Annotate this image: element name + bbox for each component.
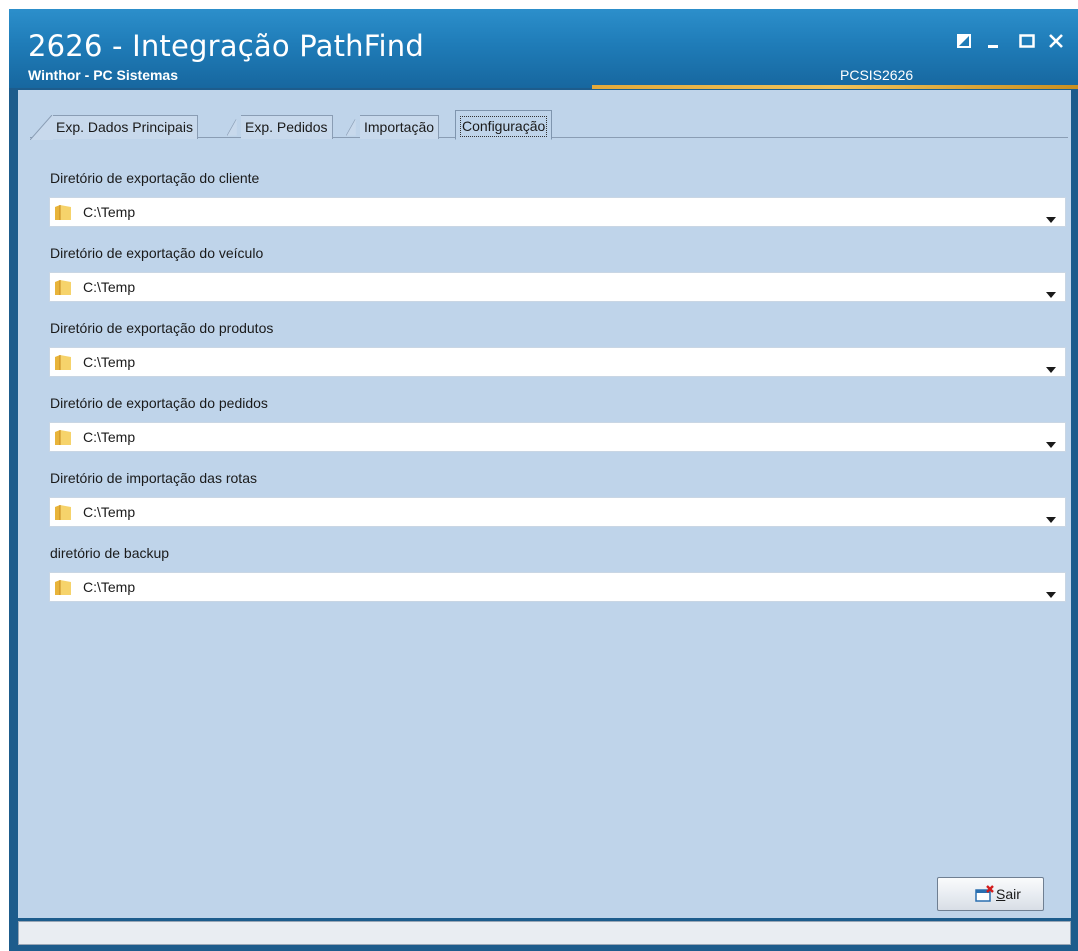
- combo-export-cliente[interactable]: C:\Temp: [49, 197, 1066, 227]
- combo-export-veiculo[interactable]: C:\Temp: [49, 272, 1066, 302]
- status-bar: [18, 921, 1071, 945]
- folder-icon: [54, 204, 72, 226]
- chevron-down-icon[interactable]: [1046, 210, 1056, 228]
- tab-exp-pedidos[interactable]: Exp. Pedidos: [227, 115, 333, 139]
- combo-export-produtos[interactable]: C:\Temp: [49, 347, 1066, 377]
- folder-icon: [54, 429, 72, 451]
- tab-label: Exp. Dados Principais: [56, 119, 193, 135]
- combo-backup[interactable]: C:\Temp: [49, 572, 1066, 602]
- combo-export-pedidos[interactable]: C:\Temp: [49, 422, 1066, 452]
- label-export-pedidos: Diretório de exportação do pedidos: [50, 395, 268, 411]
- label-export-cliente: Diretório de exportação do cliente: [50, 170, 260, 186]
- combo-value: C:\Temp: [83, 504, 136, 520]
- title-bar[interactable]: 2626 - Integração PathFind Winthor - PC …: [9, 9, 1078, 89]
- chevron-down-icon[interactable]: [1046, 510, 1056, 528]
- restore-icon[interactable]: [951, 29, 977, 55]
- tab-importacao[interactable]: Importação: [346, 115, 440, 139]
- chevron-down-icon[interactable]: [1046, 360, 1056, 378]
- sair-button-label: Sair: [996, 886, 1021, 902]
- folder-icon: [54, 354, 72, 376]
- window-subtitle: Winthor - PC Sistemas: [28, 67, 179, 83]
- exit-icon: [975, 885, 995, 906]
- tab-configuracao[interactable]: Configuração: [455, 110, 553, 140]
- combo-value: C:\Temp: [83, 429, 136, 445]
- label-import-rotas: Diretório de importação das rotas: [50, 470, 257, 486]
- folder-icon: [54, 579, 72, 601]
- tab-label: Importação: [364, 119, 435, 135]
- combo-value: C:\Temp: [83, 204, 136, 220]
- folder-icon: [54, 279, 72, 301]
- chevron-down-icon[interactable]: [1046, 585, 1056, 603]
- folder-icon: [54, 504, 72, 526]
- minimize-icon[interactable]: [981, 29, 1007, 55]
- combo-value: C:\Temp: [83, 579, 136, 595]
- combo-value: C:\Temp: [83, 354, 136, 370]
- tab-strip: Exp. Dados Principais Exp. Pedidos Impor…: [30, 104, 1068, 140]
- chevron-down-icon[interactable]: [1046, 285, 1056, 303]
- tab-exp-dados-principais[interactable]: Exp. Dados Principais: [30, 115, 198, 140]
- tab-label: Exp. Pedidos: [245, 119, 328, 135]
- chevron-down-icon[interactable]: [1046, 435, 1056, 453]
- routine-code: PCSIS2626: [840, 67, 914, 83]
- app-window: 2626 - Integração PathFind Winthor - PC …: [9, 9, 1078, 951]
- accent-strip: [592, 85, 1078, 89]
- label-export-produtos: Diretório de exportação do produtos: [50, 320, 274, 336]
- combo-import-rotas[interactable]: C:\Temp: [49, 497, 1066, 527]
- window-title: 2626 - Integração PathFind: [28, 29, 424, 63]
- close-icon[interactable]: [1043, 29, 1069, 55]
- label-backup: diretório de backup: [50, 545, 170, 561]
- label-export-veiculo: Diretório de exportação do veículo: [50, 245, 264, 261]
- main-panel: Exp. Dados Principais Exp. Pedidos Impor…: [18, 90, 1071, 918]
- maximize-icon[interactable]: [1014, 29, 1040, 55]
- sair-button[interactable]: Sair: [937, 877, 1044, 911]
- combo-value: C:\Temp: [83, 279, 136, 295]
- tab-label: Configuração: [460, 116, 548, 137]
